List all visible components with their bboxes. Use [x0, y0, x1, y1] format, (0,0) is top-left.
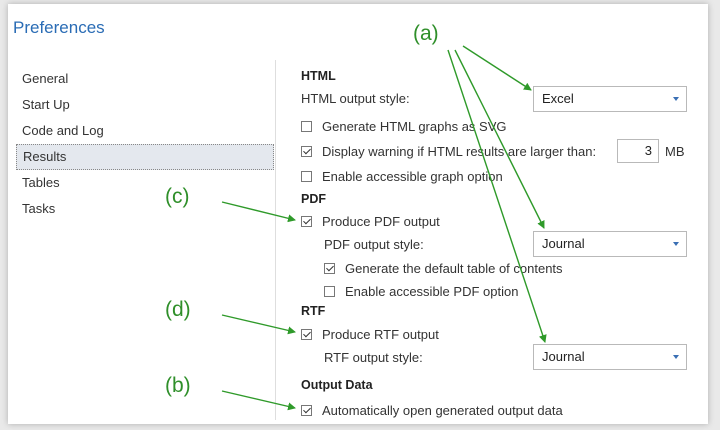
arrow-a-html [462, 45, 532, 91]
arrow-c [221, 201, 296, 223]
arrow-a-rtf [447, 49, 547, 343]
annotation-arrows [221, 45, 547, 411]
arrow-a-pdf [454, 49, 545, 229]
arrow-b [221, 390, 296, 411]
arrow-d [221, 314, 296, 335]
